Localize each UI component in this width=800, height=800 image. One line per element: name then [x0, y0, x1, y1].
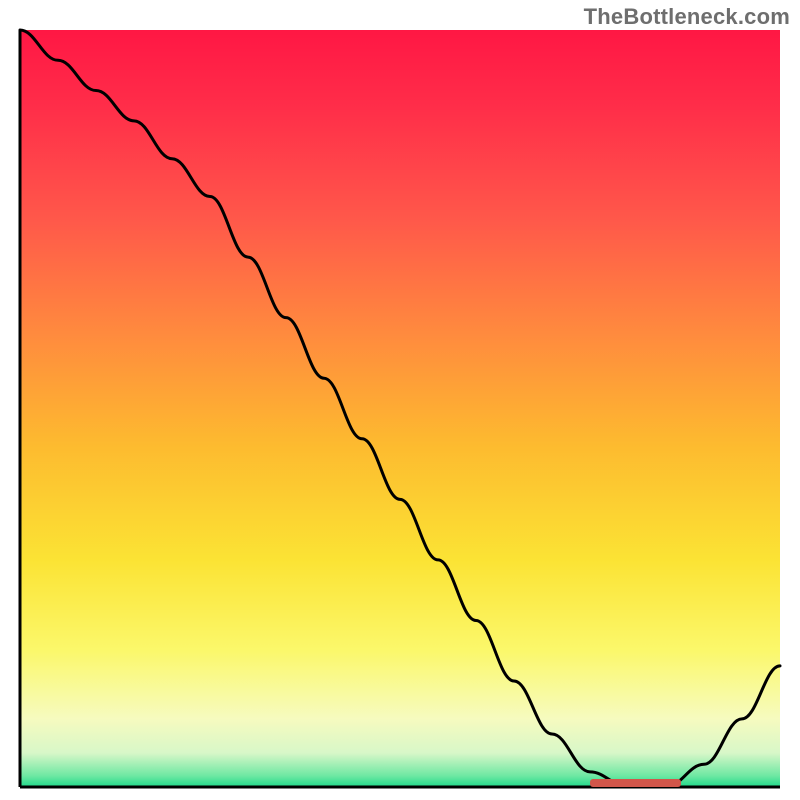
plot-background — [20, 30, 780, 787]
chart-svg — [0, 0, 800, 800]
optimal-range-marker — [590, 779, 681, 787]
chart-canvas: TheBottleneck.com — [0, 0, 800, 800]
watermark-label: TheBottleneck.com — [584, 4, 790, 30]
